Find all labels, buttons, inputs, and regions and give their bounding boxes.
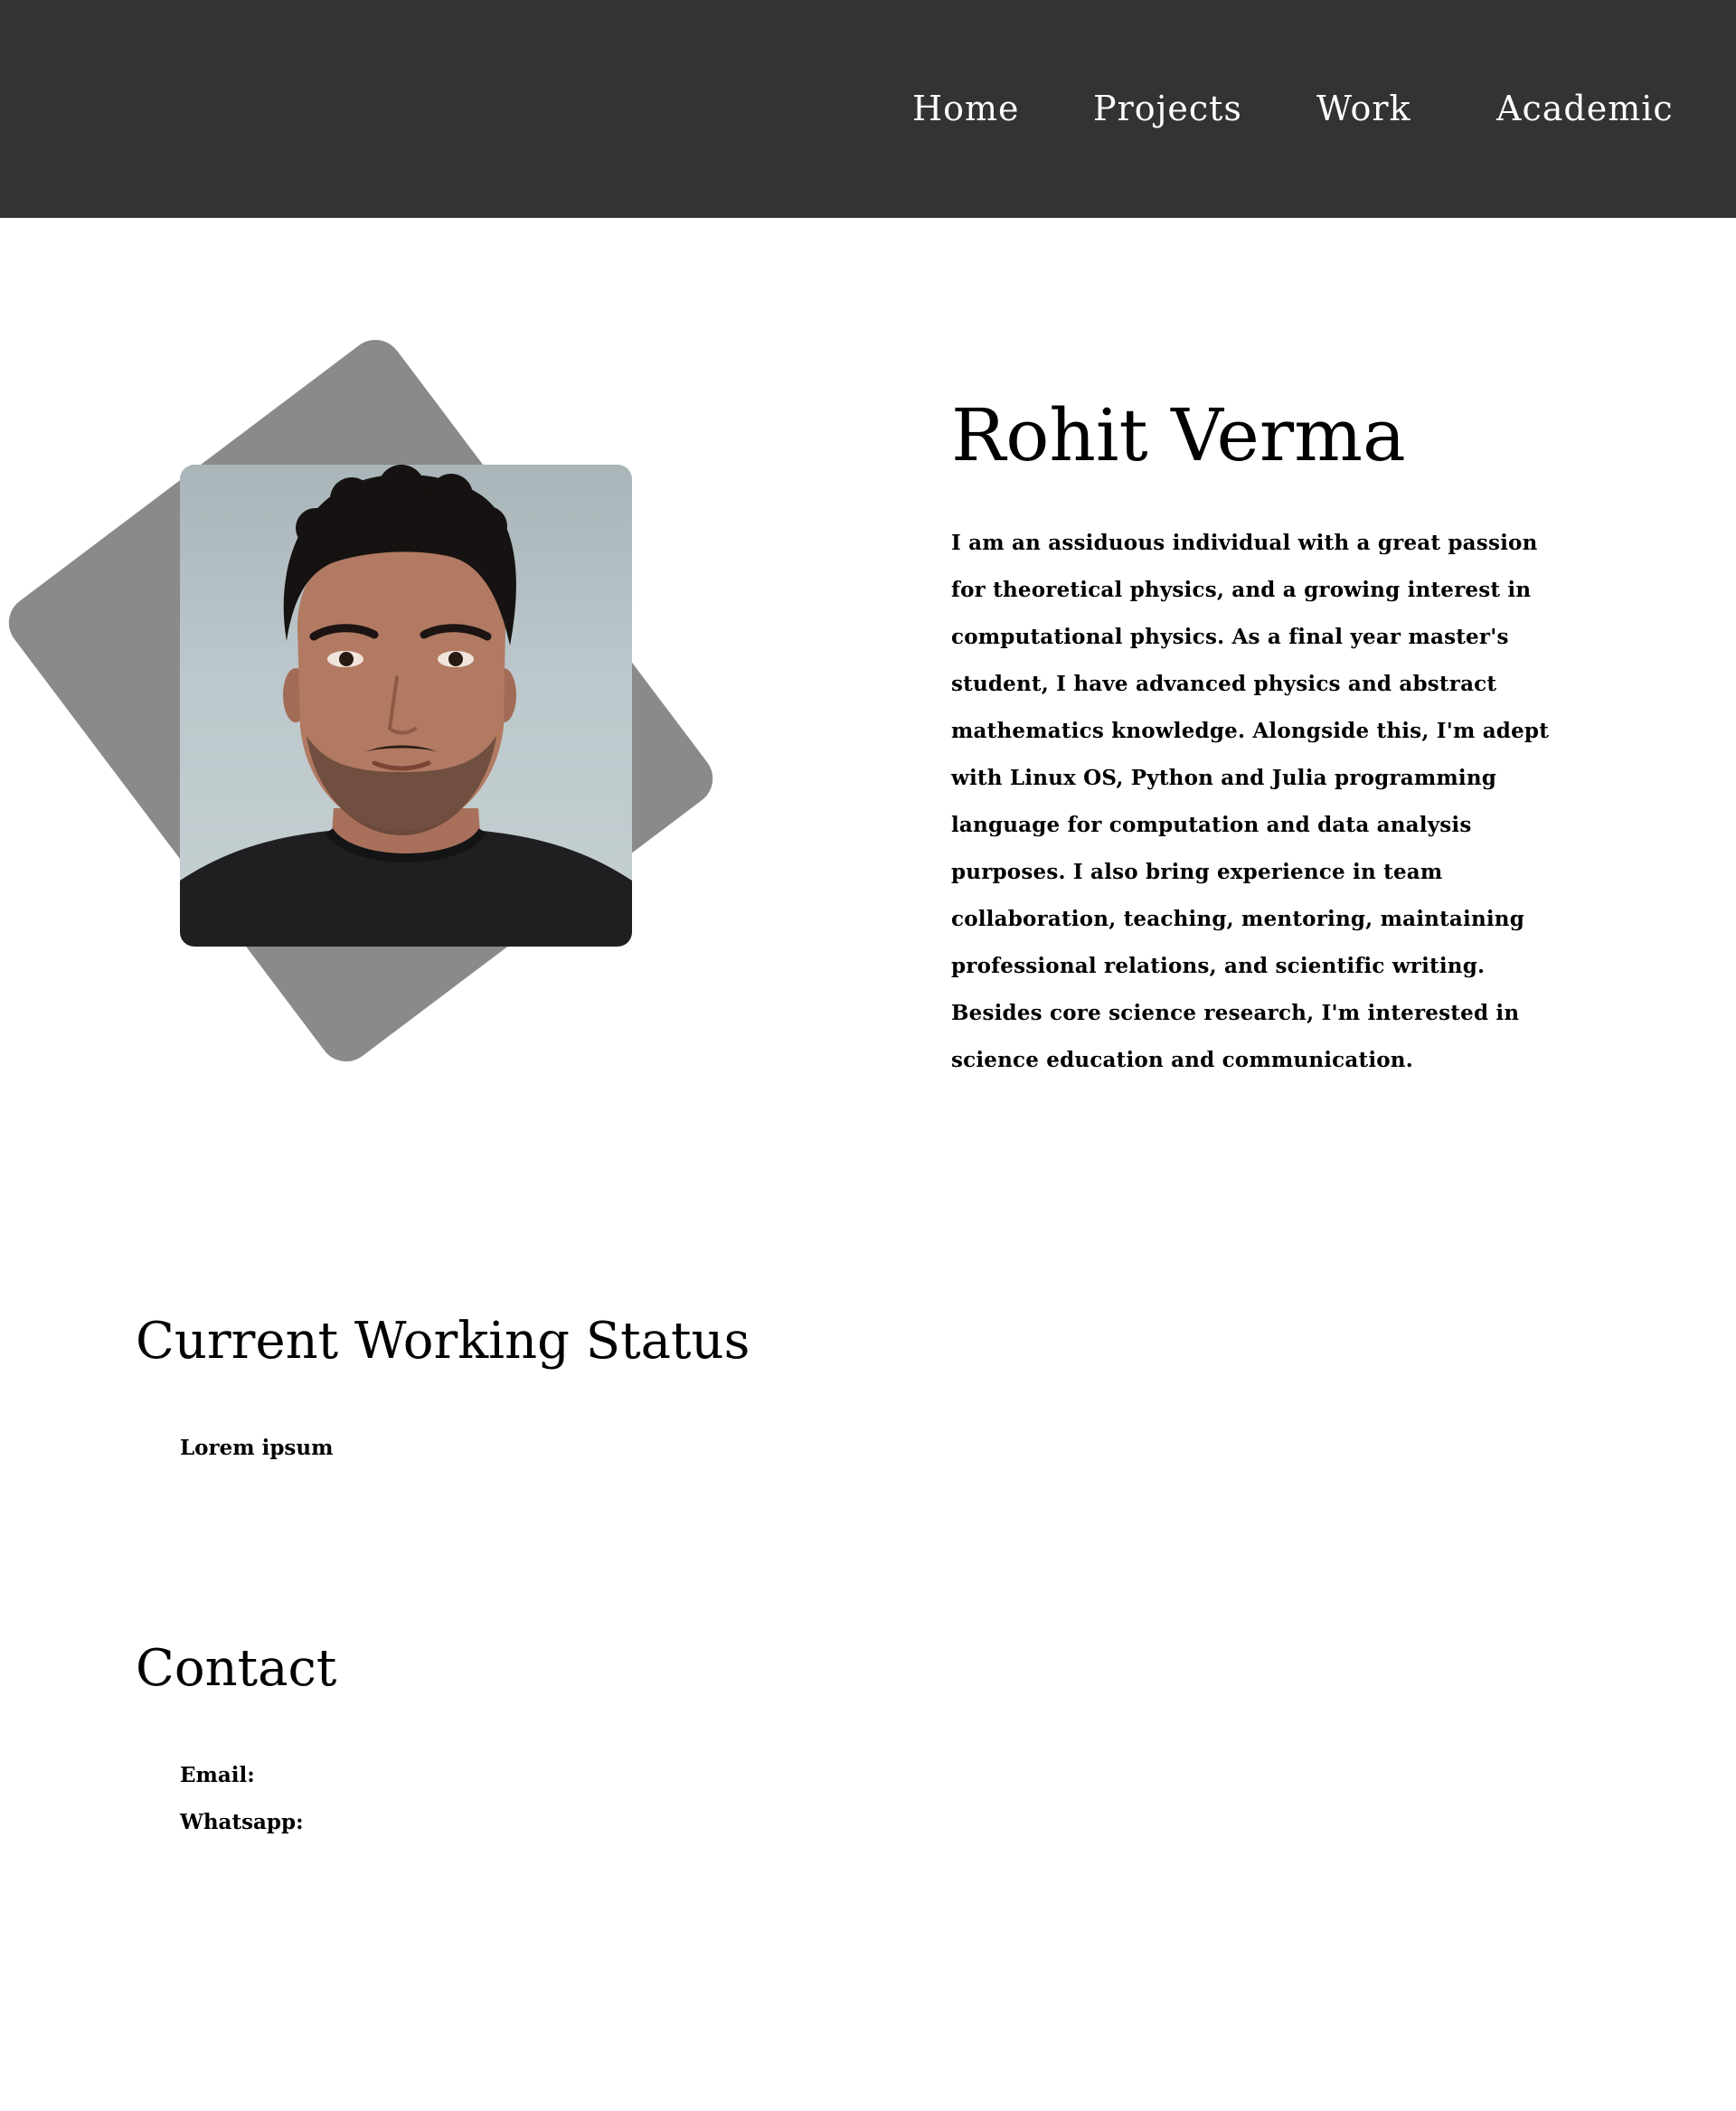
- nav-work-link[interactable]: Work: [1316, 89, 1411, 128]
- contact-whatsapp-label: Whatsapp:: [180, 1810, 304, 1834]
- profile-name: Rohit Verma: [951, 393, 1406, 477]
- profile-photo: [180, 465, 632, 947]
- current-status-text: Lorem ipsum: [180, 1436, 334, 1460]
- contact-email-label: Email:: [180, 1763, 255, 1787]
- nav-academic-link[interactable]: Academic: [1496, 89, 1674, 128]
- contact-heading: Contact: [136, 1639, 337, 1698]
- current-status-heading: Current Working Status: [136, 1312, 750, 1371]
- navbar: Home Projects Work Academic: [0, 0, 1736, 218]
- profile-bio: I am an assiduous individual with a grea…: [951, 531, 1550, 1072]
- profile-photo-illustration: [180, 465, 632, 947]
- nav-home-link[interactable]: Home: [912, 89, 1020, 128]
- nav-projects-link[interactable]: Projects: [1093, 89, 1242, 128]
